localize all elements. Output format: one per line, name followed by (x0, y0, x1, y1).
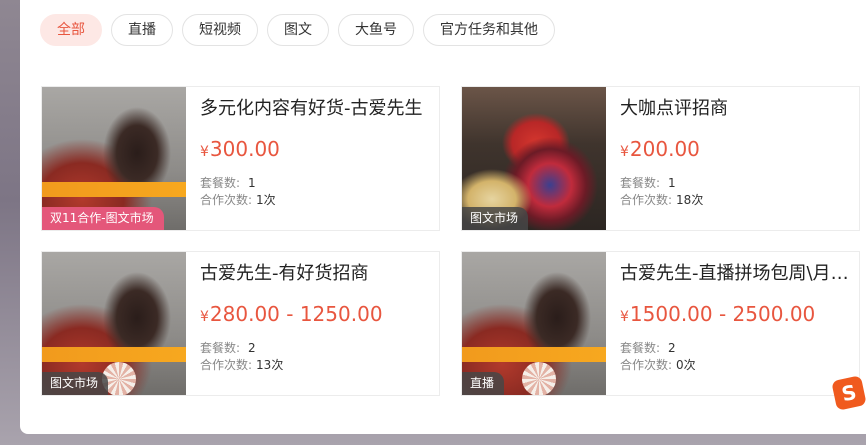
product-card[interactable]: 直播 古爱先生-直播拼场包周\月套... ¥1500.00 - 2500.00 … (461, 251, 860, 396)
product-price: ¥1500.00 - 2500.00 (620, 301, 851, 330)
package-count-value: 1 (668, 176, 676, 190)
product-price: ¥200.00 (620, 136, 851, 165)
product-price: ¥300.00 (200, 136, 431, 165)
package-count-label: 套餐数: (620, 341, 661, 355)
product-title[interactable]: 多元化内容有好货-古爱先生 (200, 96, 431, 122)
product-thumbnail[interactable]: 双11合作-图文市场 (42, 87, 186, 230)
package-count-label: 套餐数: (620, 176, 661, 190)
package-count-label: 套餐数: (200, 176, 241, 190)
coop-count-row: 合作次数: 18次 (620, 192, 851, 209)
package-count-row: 套餐数: 1 (200, 175, 431, 192)
package-count-label: 套餐数: (200, 341, 241, 355)
coop-count-label: 合作次数: (200, 358, 253, 372)
coop-count-value: 18次 (676, 193, 704, 207)
thumbnail-banner (42, 182, 186, 197)
category-badge: 图文市场 (42, 372, 109, 395)
product-card[interactable]: 图文市场 古爱先生-有好货招商 ¥280.00 - 1250.00 套餐数: 2 … (41, 251, 440, 396)
package-count-row: 套餐数: 2 (200, 340, 431, 357)
product-title[interactable]: 大咖点评招商 (620, 96, 851, 122)
filter-tabs: 全部 直播 短视频 图文 大鱼号 官方任务和其他 (40, 14, 555, 46)
tab-short-video[interactable]: 短视频 (182, 14, 258, 46)
price-value: 280.00 - 1250.00 (209, 302, 383, 326)
coop-count-row: 合作次数: 1次 (200, 192, 431, 209)
currency-symbol: ¥ (620, 144, 629, 160)
product-card[interactable]: 图文市场 大咖点评招商 ¥200.00 套餐数: 1 合作次数: 18次 (461, 86, 860, 231)
package-count-row: 套餐数: 2 (620, 340, 851, 357)
product-thumbnail[interactable]: 直播 (462, 252, 606, 395)
product-thumbnail[interactable]: 图文市场 (42, 252, 186, 395)
coop-count-value: 1次 (256, 193, 276, 207)
content-panel: 全部 直播 短视频 图文 大鱼号 官方任务和其他 双11合作-图文市场 多元化内… (20, 0, 866, 434)
sogou-ime-icon[interactable]: S (831, 375, 866, 411)
decorative-fan-image (522, 362, 556, 395)
thumbnail-banner (462, 347, 606, 362)
package-count-row: 套餐数: 1 (620, 175, 851, 192)
coop-count-label: 合作次数: (620, 358, 673, 372)
price-value: 1500.00 - 2500.00 (629, 302, 816, 326)
coop-count-row: 合作次数: 0次 (620, 357, 851, 374)
product-title[interactable]: 古爱先生-直播拼场包周\月套... (620, 261, 851, 287)
coop-count-label: 合作次数: (200, 193, 253, 207)
currency-symbol: ¥ (200, 144, 209, 160)
coop-count-label: 合作次数: (620, 193, 673, 207)
tab-dayu[interactable]: 大鱼号 (338, 14, 414, 46)
product-card[interactable]: 双11合作-图文市场 多元化内容有好货-古爱先生 ¥300.00 套餐数: 1 合… (41, 86, 440, 231)
coop-count-row: 合作次数: 13次 (200, 357, 431, 374)
product-title[interactable]: 古爱先生-有好货招商 (200, 261, 431, 287)
category-badge: 直播 (462, 372, 505, 395)
package-count-value: 2 (668, 341, 676, 355)
product-price: ¥280.00 - 1250.00 (200, 301, 431, 330)
price-value: 200.00 (629, 137, 700, 161)
coop-count-value: 13次 (256, 358, 284, 372)
package-count-value: 1 (248, 176, 256, 190)
price-value: 300.00 (209, 137, 280, 161)
coop-count-value: 0次 (676, 358, 696, 372)
product-thumbnail[interactable]: 图文市场 (462, 87, 606, 230)
tab-official-tasks[interactable]: 官方任务和其他 (423, 14, 555, 46)
tab-graphic[interactable]: 图文 (267, 14, 329, 46)
category-badge: 双11合作-图文市场 (42, 207, 164, 230)
thumbnail-banner (42, 347, 186, 362)
currency-symbol: ¥ (620, 309, 629, 325)
package-count-value: 2 (248, 341, 256, 355)
category-badge: 图文市场 (462, 207, 529, 230)
currency-symbol: ¥ (200, 309, 209, 325)
tab-live[interactable]: 直播 (111, 14, 173, 46)
tab-all[interactable]: 全部 (40, 14, 102, 46)
